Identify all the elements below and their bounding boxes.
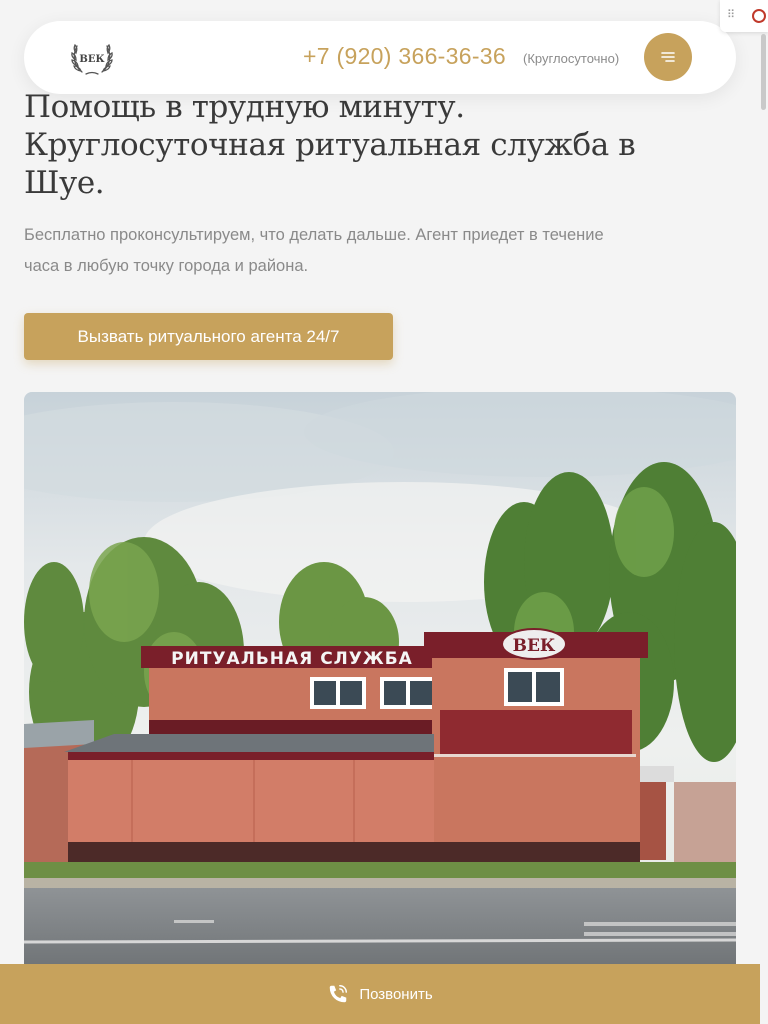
menu-lines-icon: [661, 52, 675, 62]
site-header: ВЕК +7 (920) 366-36-36 (Круглосуточно): [24, 21, 736, 94]
phone-link[interactable]: +7 (920) 366-36-36: [303, 43, 506, 70]
call-now-label: Позвонить: [359, 985, 433, 1003]
building-sign: РИТУАЛЬНАЯ СЛУЖБА: [171, 649, 413, 669]
brand-sign: ВЕК: [513, 636, 556, 656]
record-icon[interactable]: [752, 9, 766, 23]
drag-grip-icon[interactable]: ⠿: [727, 9, 735, 20]
phone-call-icon: [330, 985, 348, 1003]
laurel-wreath-icon: ВЕК: [71, 43, 113, 75]
call-agent-button[interactable]: Вызвать ритуального агента 24/7: [24, 313, 393, 360]
logo[interactable]: ВЕК: [68, 38, 116, 78]
corner-widget[interactable]: ⠿: [720, 0, 768, 32]
call-now-bar[interactable]: Позвонить: [0, 964, 760, 1024]
scrollbar[interactable]: [761, 34, 766, 110]
logo-text: ВЕК: [79, 54, 104, 65]
building-photo: РИТУАЛЬНАЯ СЛУЖБА ВЕК: [24, 392, 736, 972]
hero-subtitle: Бесплатно проконсультируем, что делать д…: [24, 226, 604, 275]
page-title: Помощь в трудную минуту. Круглосуточная …: [24, 89, 636, 201]
menu-button[interactable]: [644, 33, 692, 81]
phone-hours-note: (Круглосуточно): [523, 51, 620, 66]
